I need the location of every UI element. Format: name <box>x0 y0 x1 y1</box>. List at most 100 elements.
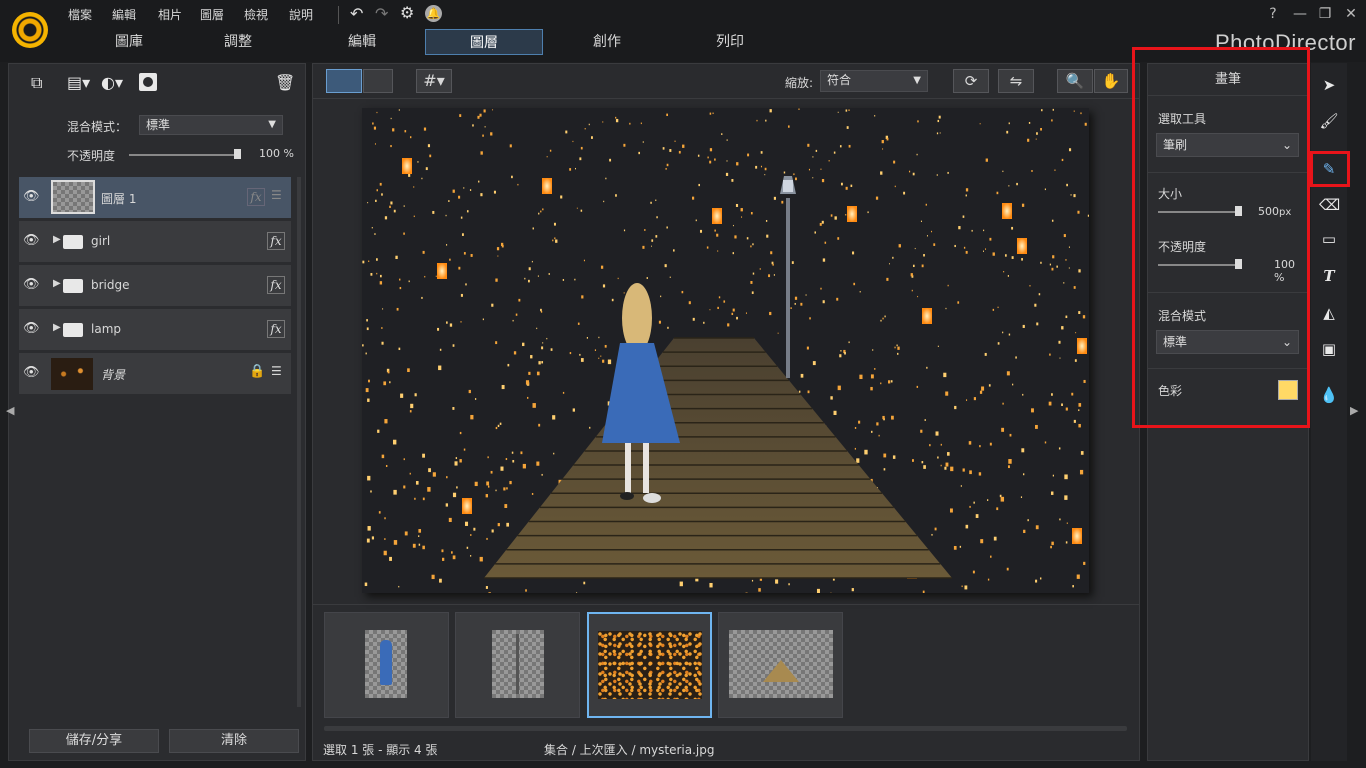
tab-print[interactable]: 列印 <box>668 29 792 55</box>
layer-row[interactable]: 👁 圖層 1 fx ☰ <box>19 177 291 219</box>
thumbnail-item[interactable] <box>455 612 580 718</box>
rotate-icon[interactable]: ⟳ <box>953 69 989 93</box>
photo-canvas[interactable] <box>362 108 1089 593</box>
lantern-light <box>408 280 410 283</box>
fx-icon[interactable]: fx <box>267 276 285 294</box>
layer-row[interactable]: 👁 ▶ girl fx <box>19 221 291 263</box>
lantern-light <box>756 119 758 122</box>
thumbnail-scrollbar[interactable] <box>324 726 1127 731</box>
paint-bucket-icon[interactable]: ◭ <box>1319 303 1339 323</box>
lantern-light <box>382 308 384 310</box>
tab-layers[interactable]: 圖層 <box>425 29 543 55</box>
flip-icon[interactable]: ⇋ <box>998 69 1034 93</box>
redo-icon[interactable]: ↷ <box>375 4 388 23</box>
visibility-eye-icon[interactable]: 👁 <box>23 189 40 205</box>
lantern-light <box>1051 219 1054 222</box>
help-button[interactable]: ? <box>1262 4 1284 24</box>
layer-adjust-icon[interactable]: ☰ <box>271 188 287 204</box>
lantern-light <box>390 201 393 205</box>
visibility-eye-icon[interactable]: 👁 <box>23 365 40 381</box>
view-mode-single-icon[interactable] <box>326 69 362 93</box>
lantern-light <box>470 555 472 557</box>
lantern-light <box>989 237 992 241</box>
lantern-light <box>1020 496 1023 498</box>
tab-edit[interactable]: 編輯 <box>300 29 424 55</box>
pointer-arrow-icon[interactable]: ➤ <box>1319 75 1339 95</box>
undo-icon[interactable]: ↶ <box>350 4 363 23</box>
expand-arrow-icon[interactable]: ▶ <box>53 322 61 333</box>
lantern-light <box>1004 254 1007 257</box>
lantern-light <box>638 151 641 155</box>
lantern-light <box>965 524 969 529</box>
visibility-eye-icon[interactable]: 👁 <box>23 277 40 293</box>
droplet-blur-icon[interactable]: 💧 <box>1319 385 1339 405</box>
menu-edit[interactable]: 編輯 <box>112 5 136 25</box>
zoom-magnifier-icon[interactable]: 🔍 <box>1057 69 1093 93</box>
layer-row[interactable]: 👁 ▶ lamp fx <box>19 309 291 351</box>
lantern-light <box>673 249 675 252</box>
tab-create[interactable]: 創作 <box>545 29 669 55</box>
lantern-light <box>764 174 766 176</box>
menu-help[interactable]: 說明 <box>289 5 313 25</box>
lantern-light <box>750 280 753 284</box>
lantern-light <box>692 317 695 321</box>
restore-button[interactable]: ❐ <box>1314 4 1336 24</box>
fx-icon[interactable]: fx <box>267 232 285 250</box>
lantern-light <box>916 153 918 156</box>
close-button[interactable]: ✕ <box>1340 4 1362 24</box>
lantern-light <box>594 349 597 351</box>
clear-button[interactable]: 清除 <box>169 729 299 753</box>
visibility-eye-icon[interactable]: 👁 <box>23 321 40 337</box>
tab-adjust[interactable]: 調整 <box>176 29 300 55</box>
lantern-light <box>468 389 471 394</box>
menu-photo[interactable]: 相片 <box>158 5 182 25</box>
opacity-slider-handle[interactable] <box>234 149 241 159</box>
collapse-left-icon[interactable]: ◀ <box>6 404 14 417</box>
lantern-light <box>765 220 768 222</box>
opacity-slider[interactable] <box>129 154 237 156</box>
minimize-button[interactable]: — <box>1289 4 1311 24</box>
lock-icon[interactable]: 🔒 <box>249 364 265 379</box>
lantern-light <box>978 472 982 476</box>
lantern-light <box>589 426 591 429</box>
settings-gear-icon[interactable]: ⚙ <box>400 3 414 22</box>
collapse-right-icon[interactable]: ▶ <box>1350 404 1358 417</box>
text-tool-icon[interactable]: T <box>1319 266 1339 286</box>
notification-bell-icon[interactable]: 🔔 <box>425 5 442 22</box>
eraser-icon[interactable]: ⌫ <box>1319 195 1340 215</box>
thumbnail-item-selected[interactable] <box>587 612 712 718</box>
trash-icon[interactable]: 🗑 <box>275 72 295 94</box>
view-mode-compare-icon[interactable] <box>363 69 393 93</box>
fx-icon[interactable]: fx <box>267 320 285 338</box>
rectangle-shape-icon[interactable]: ▭ <box>1319 229 1339 249</box>
menu-layer[interactable]: 圖層 <box>200 5 224 25</box>
expand-arrow-icon[interactable]: ▶ <box>53 278 61 289</box>
zoom-select[interactable]: 符合 ▼ <box>820 70 928 92</box>
blend-mode-select[interactable]: 標準 ▼ <box>139 115 283 135</box>
grid-icon[interactable]: #▾ <box>416 69 452 93</box>
lantern-light <box>474 398 477 400</box>
layer-row[interactable]: 👁 ▶ bridge fx <box>19 265 291 307</box>
layer-options-icon[interactable]: ▤▾ <box>67 72 90 94</box>
visibility-eye-icon[interactable]: 👁 <box>23 233 40 249</box>
layer-adjust-icon[interactable]: ☰ <box>271 364 287 380</box>
layers-scrollbar[interactable] <box>297 177 301 707</box>
chevron-down-icon: ▼ <box>268 119 276 130</box>
menu-file[interactable]: 檔案 <box>68 5 92 25</box>
adjustment-layer-icon[interactable]: ◐▾ <box>101 72 123 94</box>
new-layer-icon[interactable]: ⧉ <box>31 72 42 94</box>
pan-hand-icon[interactable]: ✋ <box>1094 69 1128 93</box>
tab-library[interactable]: 圖庫 <box>67 29 191 55</box>
save-share-button[interactable]: 儲存/分享 <box>29 729 159 753</box>
thumbnail-item[interactable] <box>324 612 449 718</box>
fx-icon[interactable]: fx <box>247 188 265 206</box>
thumbnail-item[interactable] <box>718 612 843 718</box>
layer-row[interactable]: 👁 背景 🔒 ☰ <box>19 353 291 395</box>
smart-brush-icon[interactable]: 🖌 <box>1319 111 1339 131</box>
menu-view[interactable]: 檢視 <box>244 5 268 25</box>
gradient-icon[interactable]: ▣ <box>1319 339 1339 359</box>
app-logo-icon[interactable] <box>12 12 48 48</box>
mask-icon[interactable] <box>139 73 157 91</box>
expand-arrow-icon[interactable]: ▶ <box>53 234 61 245</box>
lantern-light <box>1008 185 1010 187</box>
